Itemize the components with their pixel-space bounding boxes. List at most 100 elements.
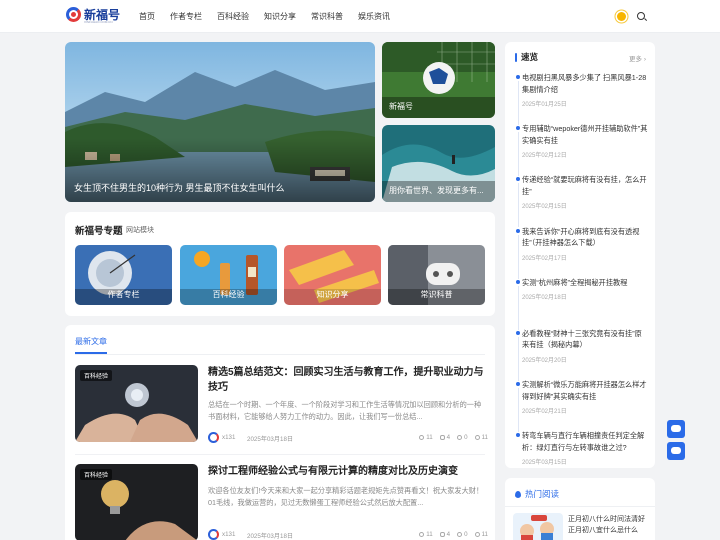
views-stat: 11 (419, 531, 433, 538)
topic-card-author-label: 作者专栏 (107, 290, 140, 299)
flash-item[interactable]: 传递经验“就要玩麻将有没有挂，怎么开挂” 2025年02月15日 (515, 174, 648, 228)
flash-item-title[interactable]: 必看教程“财神十三张究竟有没有挂”原来有挂（揭秘内幕） (522, 328, 648, 351)
flash-news-header: 速览 (515, 51, 538, 63)
flash-item[interactable]: 实测解析“微乐万能麻将开挂器怎么样才得到好牌”其实确实有挂 2025年02月21日 (515, 379, 648, 433)
timeline-dot (516, 126, 520, 131)
theme-toggle-sun-icon[interactable] (617, 12, 626, 21)
hero-side-slide-football[interactable]: 新福号 (382, 42, 495, 118)
author-avatar[interactable] (208, 432, 219, 443)
article-thumbnail[interactable]: 百科经验 (75, 464, 198, 540)
thumbs-up-icon (474, 435, 480, 440)
nav-author-column[interactable]: 作者专栏 (170, 11, 202, 22)
search-icon[interactable] (637, 12, 645, 20)
flash-item-date: 2025年02月17日 (522, 255, 567, 262)
article-title[interactable]: 精选5篇总结范文：回顾实习生活与教育工作，提升职业动力与技巧 (208, 365, 488, 395)
likes-stat[interactable]: 11 (474, 434, 488, 441)
article-author[interactable]: x131 (222, 434, 235, 441)
hot-item-thumbnail[interactable] (513, 513, 563, 540)
flash-item-date: 2025年03月15日 (522, 460, 567, 467)
flame-icon (515, 490, 521, 498)
topic-card-science[interactable]: 常识科普 (388, 245, 485, 305)
flash-item-title[interactable]: 传递经验“就要玩麻将有没有挂，怎么开挂” (522, 174, 648, 197)
topic-card-encyclopedia-label: 百科经验 (212, 290, 245, 299)
more-link[interactable]: 更多 › (629, 53, 646, 63)
article-author[interactable]: x131 (222, 531, 235, 538)
logo-text: 新福号 (84, 7, 121, 22)
topic-card-encyclopedia[interactable]: 百科经验 (180, 245, 277, 305)
timeline-dot (516, 330, 520, 335)
logo-subtext: XINFUHAO.COM.CN (84, 20, 113, 24)
article-date: 2025年03月18日 (247, 436, 294, 443)
article-title[interactable]: 探讨工程师经验公式与有限元计算的精度对比及历史演变 (208, 464, 488, 479)
timeline-line (517, 285, 519, 330)
timeline-dot (516, 279, 520, 284)
eye-icon (419, 435, 425, 440)
hot-reads-divider (505, 506, 655, 507)
flash-item-title[interactable]: 我来告诉你“开心麻将到底有没有透视挂”（开挂神器怎么下载） (522, 226, 648, 249)
article-category-tag[interactable]: 百科经验 (80, 469, 113, 480)
topics-title: 新福号专题 (75, 226, 123, 237)
site-logo[interactable]: 新福号 XINFUHAO.COM.CN (66, 7, 121, 24)
topic-card-knowledge-label: 知识分享 (316, 290, 349, 299)
tab-latest-articles[interactable]: 最新文章 (75, 336, 107, 347)
latest-articles-panel: 最新文章 百科经验 精选5篇总结范文：回顾实习生活与教育工作，提升职业动力与技巧… (65, 325, 495, 540)
author-avatar[interactable] (208, 529, 219, 540)
hero-side-slide-surf[interactable]: 朋你看世界、发现更多有... (382, 125, 495, 202)
article-divider (75, 454, 485, 455)
hot-item-title[interactable]: 正月初八什么时间法清好 正月初八宜什么忌什么 (568, 514, 650, 536)
flash-item[interactable]: 专用辅助“wepoker德州开挂辅助软件”其实确实有挂 2025年02月12日 (515, 123, 648, 177)
eye-icon (419, 532, 425, 537)
flash-item[interactable]: 必看教程“财神十三张究竟有没有挂”原来有挂（揭秘内幕） 2025年02月20日 (515, 328, 648, 381)
flash-item-title[interactable]: 转弯车辆与直行车辆相撞责任判定全解析：绿灯直行与左转事故谁之过? (522, 430, 648, 453)
flash-item-title[interactable]: 实测解析“微乐万能麻将开挂器怎么样才得到好牌”其实确实有挂 (522, 379, 648, 402)
flash-item-title[interactable]: 电视剧扫黑风暴多少集了 扫黑风暴1-28集剧情介绍 (522, 72, 648, 95)
stars-stat[interactable]: 0 (457, 434, 468, 441)
views-count: 11 (426, 531, 433, 538)
flash-news-panel: 速览 更多 › 电视剧扫黑风暴多少集了 扫黑风暴1-28集剧情介绍 2025年01… (505, 42, 655, 468)
flash-item[interactable]: 我来告诉你“开心麻将到底有没有透视挂”（开挂神器怎么下载） 2025年02月17日 (515, 226, 648, 279)
flash-item[interactable]: 转弯车辆与直行车辆相撞责任判定全解析：绿灯直行与左转事故谁之过? 2025年03月… (515, 430, 648, 481)
nav-knowledge[interactable]: 知识分享 (264, 11, 296, 22)
timeline-line (517, 336, 519, 381)
flash-item[interactable]: 电视剧扫黑风暴多少集了 扫黑风暴1-28集剧情介绍 2025年01月25日 (515, 72, 648, 125)
timeline-dot (516, 382, 520, 387)
star-icon (457, 532, 463, 537)
article-date: 2025年03月18日 (247, 533, 294, 540)
nav-science[interactable]: 常识科普 (311, 11, 343, 22)
nav-entertainment[interactable]: 娱乐资讯 (358, 11, 390, 22)
article-meta: x131 2025年03月18日 11 4 0 11 (208, 432, 488, 443)
comments-count: 4 (446, 531, 451, 538)
timeline-dot (516, 75, 520, 79)
topic-card-science-label: 常识科普 (420, 290, 453, 299)
nav-home[interactable]: 首页 (139, 11, 155, 22)
timeline-line (517, 234, 519, 279)
timeline-line (517, 132, 519, 177)
timeline-line (517, 81, 519, 125)
flash-item-title[interactable]: 专用辅助“wepoker德州开挂辅助软件”其实确实有挂 (522, 123, 648, 146)
flash-item-title[interactable]: 实测“杭州麻将”全程揭秘开挂教程 (522, 277, 648, 289)
article-description: 总结在一个时期、一个年度、一个阶段对学习和工作生活等情况加以回顾和分析的一种书面… (208, 400, 482, 421)
comments-stat: 4 (439, 434, 450, 441)
flash-news-title: 速览 (521, 52, 539, 62)
chat-float-button[interactable] (667, 420, 685, 438)
hero-side1-caption: 新福号 (389, 102, 413, 111)
topic-card-author[interactable]: 作者专栏 (75, 245, 172, 305)
main-nav: 首页 作者专栏 百科经验 知识分享 常识科普 娱乐资讯 (139, 0, 405, 33)
hero-side2-caption: 朋你看世界、发现更多有... (389, 186, 484, 195)
hot-reads-panel: 热门阅读 正月初八什么时间法清好 正月初八宜什么忌什么 (505, 478, 655, 540)
nav-encyclopedia[interactable]: 百科经验 (217, 11, 249, 22)
views-stat: 11 (419, 434, 433, 441)
topic-card-knowledge[interactable]: 知识分享 (284, 245, 381, 305)
stars-count: 0 (464, 531, 468, 538)
message-float-button[interactable] (667, 442, 685, 460)
flash-item[interactable]: 实测“杭州麻将”全程揭秘开挂教程 2025年02月18日 (515, 277, 648, 330)
article-thumbnail[interactable]: 百科经验 (75, 365, 198, 442)
hero-main-slide[interactable]: 女生顶不住男生的10种行为 男生最顶不住女生叫什么 (65, 42, 375, 202)
stars-stat[interactable]: 0 (457, 531, 468, 538)
article-stats: 11 4 0 11 (419, 434, 488, 441)
stars-count: 0 (464, 434, 468, 441)
timeline-line (517, 388, 519, 433)
header-accent-bar (515, 52, 517, 62)
article-category-tag[interactable]: 百科经验 (80, 370, 113, 381)
likes-stat[interactable]: 11 (474, 531, 488, 538)
